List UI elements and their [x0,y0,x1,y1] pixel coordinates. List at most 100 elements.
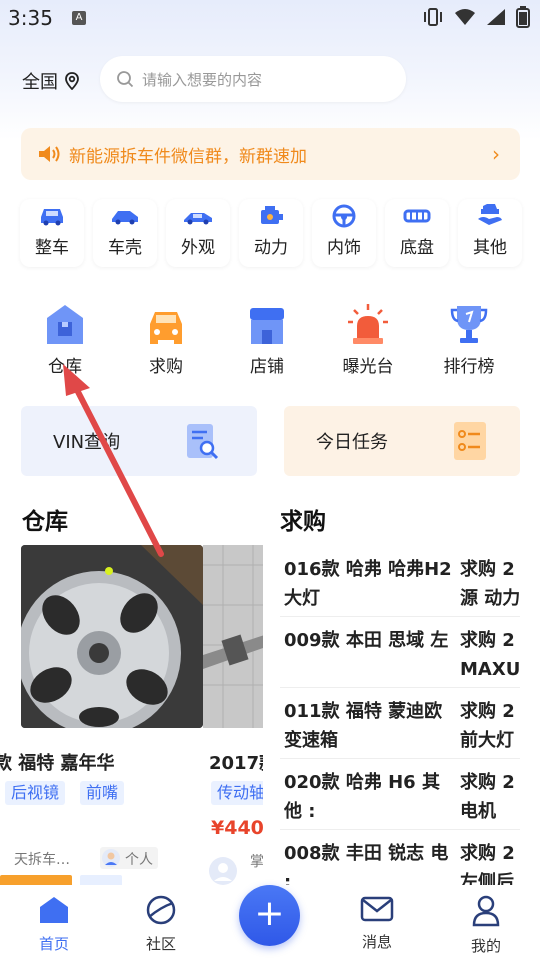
category-chassis[interactable]: 底盘 [385,199,449,267]
function-label: 仓库 [48,357,82,377]
seller-name: 掌 [250,854,263,870]
seller-type-label: 个人 [125,852,153,868]
purchase-section-title: 求购 [280,509,326,535]
vin-search-icon [187,424,219,460]
function-row: 仓库 求购 店铺 曝光台 排行榜 [0,294,540,380]
product-tag: 后视镜 [5,781,66,805]
siren-icon [348,304,388,344]
wechat-group-banner[interactable]: 新能源拆车件微信群，新群速加 › [21,128,520,180]
vin-query-label: VIN查询 [53,432,121,453]
search-placeholder: 请输入想要的内容 [142,70,263,89]
home-icon [40,897,68,923]
function-label: 店铺 [250,357,284,377]
purchase-row[interactable]: 009款 本田 思域 左 求购 2 MAXUS [280,616,520,688]
purchase-row[interactable]: 008款 丰田 锐志 电 ; 求购 2 左侧后 [280,829,520,885]
warehouse-icon [47,305,83,344]
purchase-row-title: 求购 2 左侧后 [460,843,515,885]
category-label: 内饰 [327,238,361,258]
purchase-row-title: 016款 哈弗 哈弗H2 大灯 [284,559,452,609]
search-icon [117,71,134,88]
publish-plus-button[interactable]: + [239,885,300,946]
function-shop[interactable]: 店铺 [222,294,312,377]
alloy-wheel-image [21,545,203,728]
car-icon [41,209,63,226]
nav-community[interactable]: 社区 [126,895,196,954]
product-tag: 前嘴 [80,781,125,805]
trophy-icon [450,306,488,343]
purchase-row[interactable]: 016款 哈弗 哈弗H2 大灯 求购 2 源 动力 [280,545,520,617]
function-label: 求购 [149,357,183,377]
signal-icon [487,9,505,25]
purchase-row[interactable]: 011款 福特 蒙迪欧 变速箱 求购 2 前大灯 [280,687,520,759]
function-label: 曝光台 [342,357,394,377]
status-time: 3:35 [8,6,53,30]
purchase-row-title: 求购 2 MAXUS [460,630,520,680]
daily-task-card[interactable]: 今日任务 [284,406,520,476]
function-warehouse[interactable]: 仓库 [20,294,110,377]
chassis-icon [403,209,431,223]
function-ranking[interactable]: 排行榜 [424,294,514,377]
steering-wheel-icon [332,204,356,228]
category-label: 整车 [35,238,69,258]
category-row: 整车 车壳 外观 动力 内饰 底盘 其他 [20,199,540,269]
category-label: 车壳 [108,238,142,258]
purchase-row-title: 009款 本田 思域 左 [284,630,449,651]
wifi-icon [455,9,475,25]
seller-name: 天拆车… [14,852,70,868]
purchase-row-title: 020款 哈弗 H6 其他 : [284,772,440,822]
function-purchase[interactable]: 求购 [121,294,211,377]
category-exterior[interactable]: 外观 [166,199,230,267]
other-parts-icon [478,204,502,225]
shop-icon [250,308,284,344]
nav-messages[interactable]: 消息 [342,895,412,952]
warehouse-section-title: 仓库 [22,509,68,535]
purchase-row-title: 求购 2 前大灯 [460,701,515,751]
nav-label: 我的 [470,937,501,955]
banner-text: 新能源拆车件微信群，新群速加 [69,146,307,167]
category-label: 外观 [181,238,215,258]
nav-home[interactable]: 首页 [19,895,89,954]
purchase-row-title: 011款 福特 蒙迪欧 变速箱 [284,701,443,751]
community-icon [146,895,176,925]
warehouse-list: 款 福特 嘉年华 2017款 后视镜 前嘴 传动轴 ¥440 天拆车… 个人 掌 [0,545,263,885]
product-image-wheel[interactable] [21,545,203,728]
purchase-row[interactable]: 020款 哈弗 H6 其他 : 求购 2 电机 [280,758,520,830]
product-title[interactable]: 2017款 [209,749,263,775]
avatar-icon [102,849,120,867]
location-selector[interactable]: 全国 [22,68,80,94]
location-pin-icon [65,72,79,90]
purchase-icon [150,312,182,344]
task-list-icon [454,422,486,460]
nav-profile[interactable]: 我的 [451,895,521,956]
product-image-part[interactable] [203,545,263,728]
product-price: ¥440 [211,817,263,839]
seller-avatar-icon [209,857,237,885]
category-other[interactable]: 其他 [458,199,522,267]
category-power[interactable]: 动力 [239,199,303,267]
purchase-row-title: 求购 2 源 动力 [460,559,520,609]
notification-icon: A [72,11,86,25]
purchase-row-title: 008款 丰田 锐志 电 ; [284,843,449,885]
message-icon [360,896,394,922]
category-vehicle[interactable]: 整车 [20,199,84,267]
vibrate-icon [424,8,442,26]
product-title[interactable]: 款 福特 嘉年华 [0,749,115,775]
category-interior[interactable]: 内饰 [312,199,376,267]
purchase-row-title: 求购 2 电机 [460,772,515,822]
status-bar: 3:35 A [0,0,540,36]
location-label: 全国 [22,72,58,93]
product-tag: 传动轴 [211,781,263,805]
nav-label: 消息 [361,933,392,951]
purchase-list: 016款 哈弗 哈弗H2 大灯 求购 2 源 动力 009款 本田 思域 左 求… [280,545,520,885]
car-shell-icon [112,211,138,225]
category-shell[interactable]: 车壳 [93,199,157,267]
search-input[interactable]: 请输入想要的内容 [100,56,406,102]
daily-task-label: 今日任务 [316,432,388,453]
category-label: 其他 [473,238,507,258]
function-exposure[interactable]: 曝光台 [323,294,413,377]
battery-icon [516,6,530,28]
nav-label: 社区 [145,935,176,953]
vin-query-card[interactable]: VIN查询 [21,406,257,476]
seller-badge-bar [0,875,72,885]
seller-badge-bar [80,875,122,885]
